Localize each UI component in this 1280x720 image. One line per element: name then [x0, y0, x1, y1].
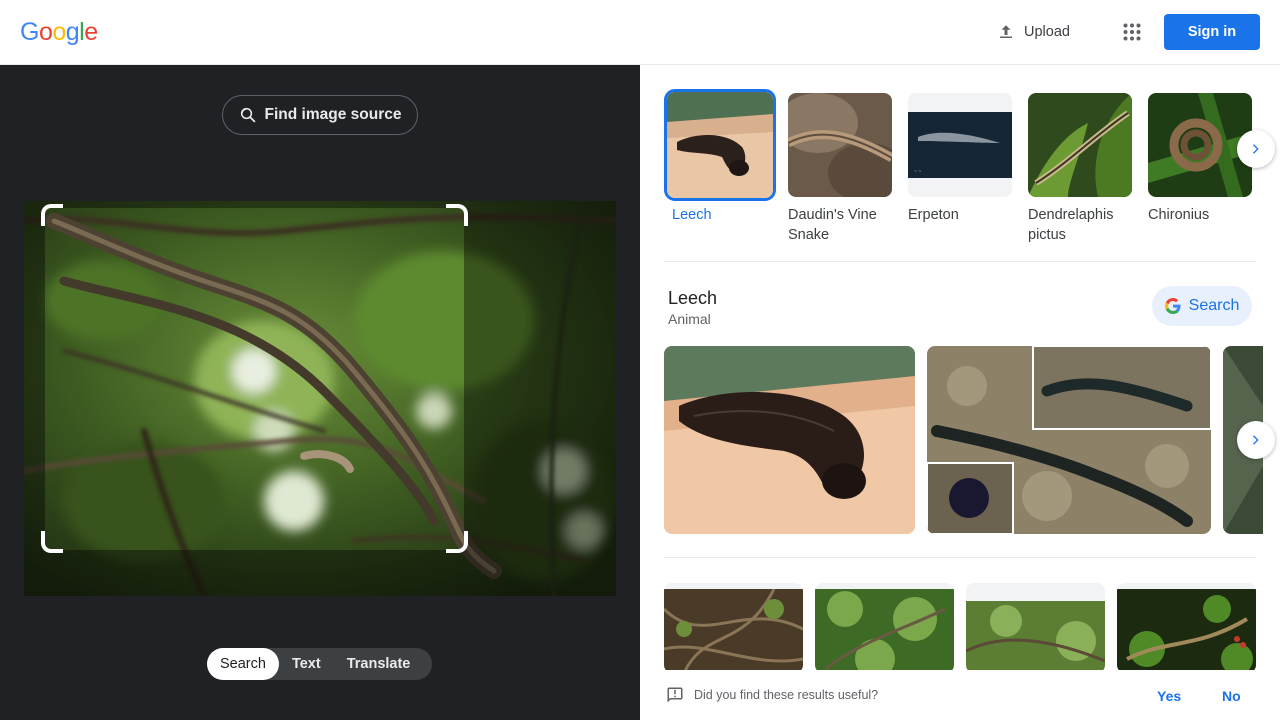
logo-letter: o — [52, 18, 66, 46]
logo-letter: g — [65, 18, 80, 46]
feedback-no-button[interactable]: No — [1222, 688, 1241, 704]
entity-title: Leech — [668, 288, 718, 308]
crop-handle-bottom-right[interactable] — [446, 531, 468, 553]
result-image[interactable] — [927, 346, 1211, 534]
entity-thumbnail — [1028, 93, 1132, 197]
entity-label: Leech — [672, 207, 712, 223]
related-entities-strip: Leech Daudin's Vine Snake ~ ~ Erpeton De… — [664, 89, 1264, 261]
query-image[interactable] — [24, 201, 616, 596]
entity-thumbnail — [664, 89, 776, 201]
crop-shade-top — [24, 201, 616, 208]
find-image-source-label: Find image source — [264, 106, 402, 123]
section-divider — [664, 261, 1256, 262]
chevron-right-icon — [1252, 144, 1259, 154]
google-g-icon — [1164, 298, 1181, 314]
find-image-source-button[interactable]: Find image source — [222, 95, 418, 135]
section-divider — [664, 557, 1256, 558]
visual-match-image[interactable] — [815, 583, 954, 673]
mode-search-tab[interactable]: Search — [207, 648, 279, 680]
entity-subtitle: Animal — [668, 311, 711, 327]
mode-text-tab[interactable]: Text — [279, 648, 334, 680]
entity-label: Chironius — [1148, 207, 1210, 223]
feedback-yes-button[interactable]: Yes — [1157, 688, 1181, 704]
upload-label: Upload — [1024, 24, 1070, 40]
upload-icon — [999, 25, 1012, 38]
result-images-next-button[interactable] — [1237, 421, 1275, 459]
google-logo[interactable]: Google — [20, 18, 98, 47]
mode-switcher: Search Text Translate — [207, 648, 432, 680]
entity-label: Dendrelaphis pictus — [1028, 207, 1114, 243]
chevron-right-icon — [1252, 435, 1259, 445]
strip-next-button[interactable] — [1237, 130, 1275, 168]
logo-letter: o — [38, 18, 53, 46]
mode-translate-tab[interactable]: Translate — [334, 648, 424, 680]
crop-shade-left — [24, 208, 45, 550]
entity-label: Daudin's Vine Snake — [788, 207, 877, 243]
entity-search-label: Search — [1188, 297, 1240, 314]
crop-shade-bottom — [24, 550, 616, 596]
entity-thumbnail — [788, 93, 892, 197]
visual-match-image[interactable] — [664, 583, 803, 673]
visual-match-image[interactable] — [966, 583, 1105, 673]
entity-search-button[interactable]: Search — [1152, 286, 1252, 326]
sign-in-button[interactable]: Sign in — [1164, 14, 1260, 50]
lens-search-icon — [240, 107, 255, 123]
entity-thumbnail: ~ ~ — [908, 93, 1012, 197]
feedback-question: Did you find these results useful? — [694, 688, 879, 702]
apps-grid-icon — [1123, 23, 1141, 41]
logo-letter: G — [20, 18, 39, 46]
result-image[interactable] — [664, 346, 915, 534]
entity-label: Erpeton — [908, 207, 959, 223]
query-image-panel: Find image source Search Text Translate — [0, 65, 640, 720]
upload-button[interactable]: Upload — [984, 13, 1082, 51]
feedback-bar: Did you find these results useful? Yes N… — [640, 670, 1280, 720]
top-bar: Google Upload Sign in — [0, 0, 1280, 65]
crop-handle-top-right[interactable] — [446, 204, 468, 226]
crop-handle-top-left[interactable] — [41, 204, 63, 226]
visual-match-image[interactable] — [1117, 583, 1256, 673]
logo-letter: e — [84, 18, 98, 46]
crop-handle-bottom-left[interactable] — [41, 531, 63, 553]
feedback-icon — [667, 687, 683, 703]
svg-text:~ ~: ~ ~ — [914, 169, 921, 175]
crop-shade-right — [464, 208, 616, 550]
google-apps-button[interactable] — [1114, 14, 1150, 50]
results-panel: Leech Daudin's Vine Snake ~ ~ Erpeton De… — [640, 65, 1280, 720]
